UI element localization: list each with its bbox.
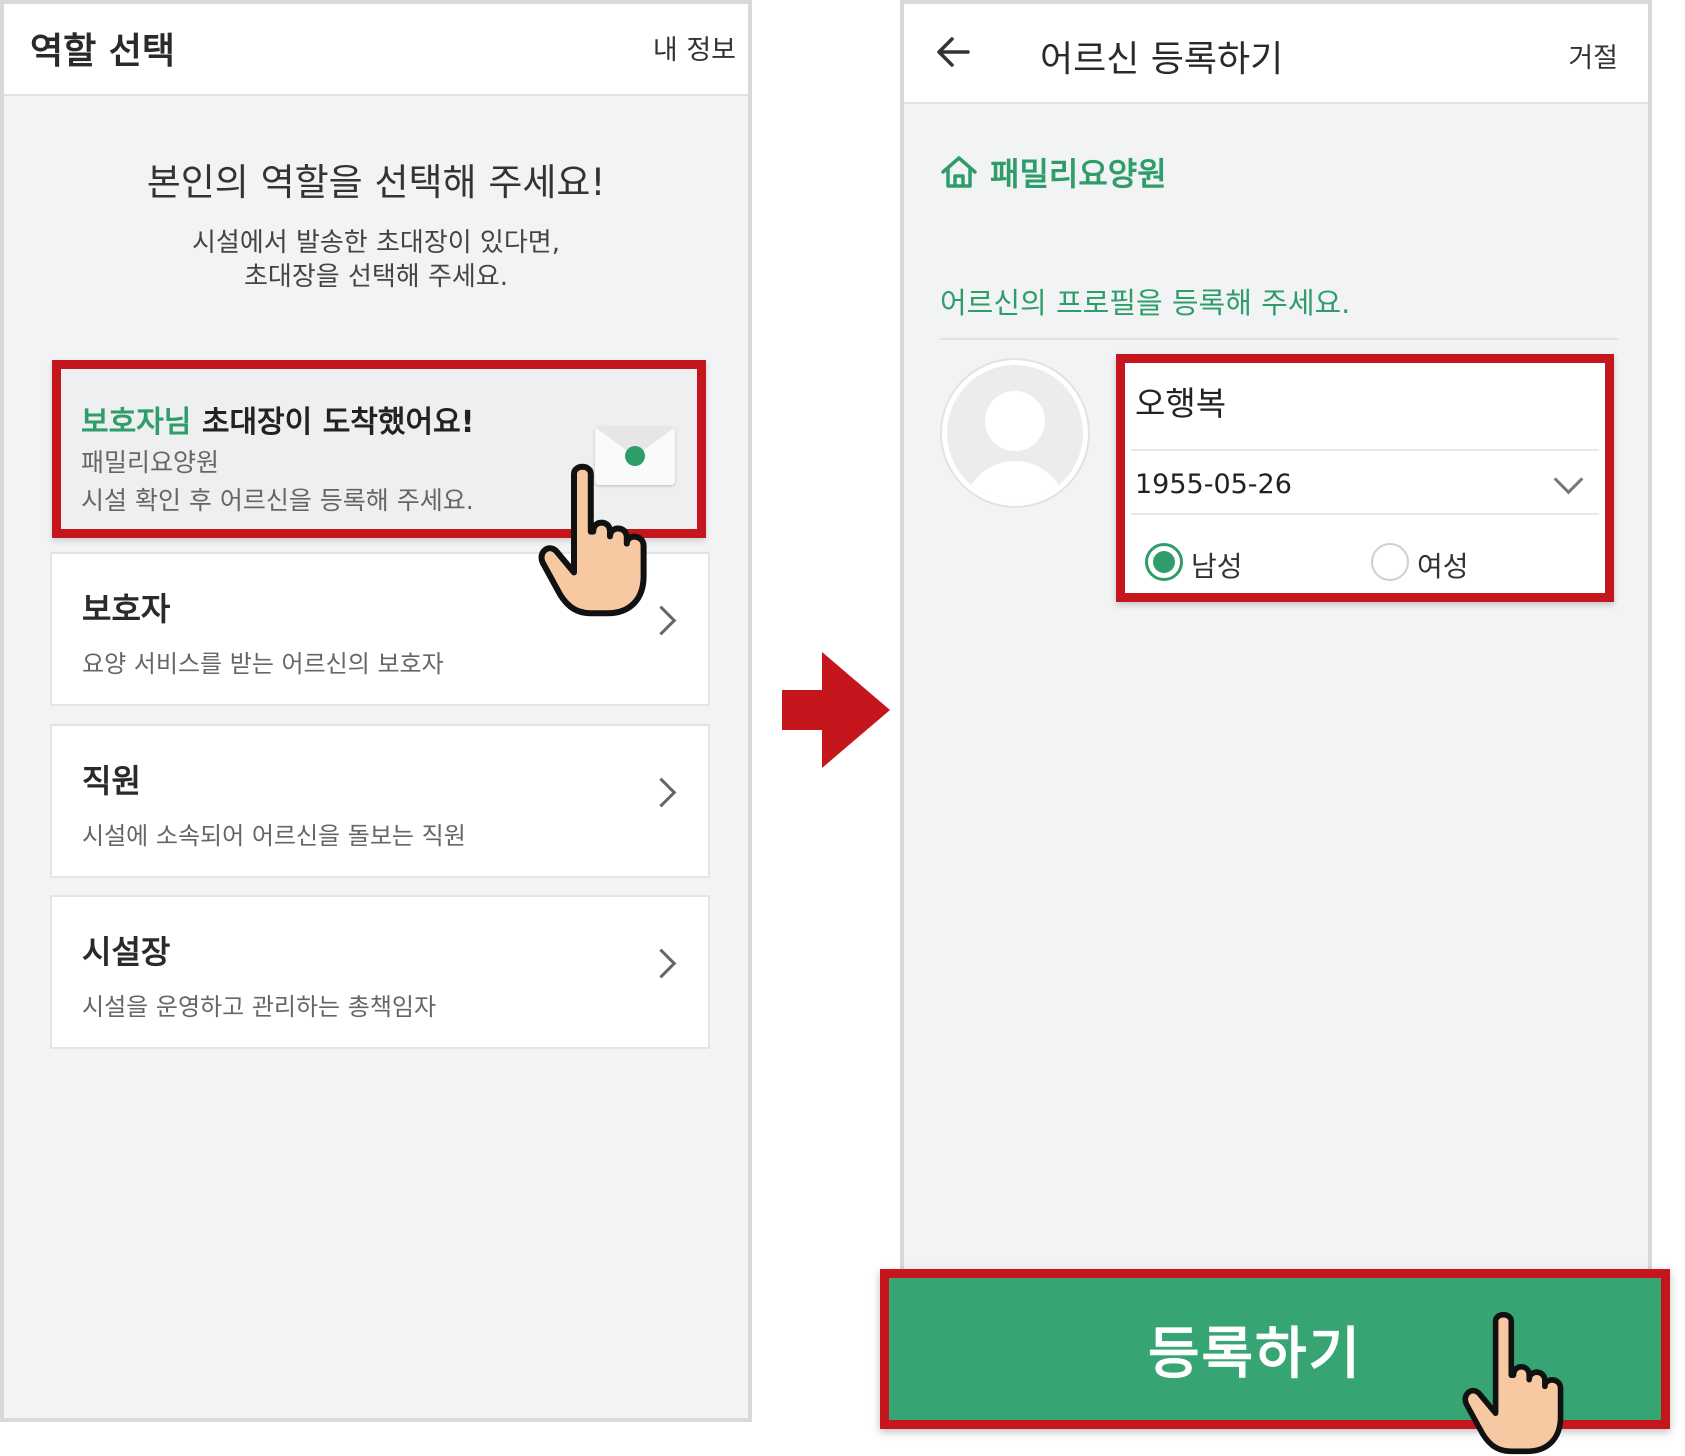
role-card-staff[interactable]: 직원 시설에 소속되어 어르신을 돌보는 직원 xyxy=(50,724,710,878)
profile-form: 오행복 1955-05-26 남성 여성 xyxy=(1116,354,1614,602)
register-button-label: 등록하기 xyxy=(1147,1321,1363,1387)
name-field[interactable]: 오행복 xyxy=(1135,377,1226,425)
role-title: 보호자 xyxy=(82,590,171,628)
role-description: 요양 서비스를 받는 어르신의 보호자 xyxy=(82,650,444,678)
gender-radio-male[interactable] xyxy=(1145,543,1183,581)
gender-label-female[interactable]: 여성 xyxy=(1417,545,1469,585)
role-title: 시설장 xyxy=(82,933,171,971)
role-description: 시설에 소속되어 어르신을 돌보는 직원 xyxy=(82,822,466,850)
reject-button[interactable]: 거절 xyxy=(1568,36,1618,75)
gender-label-male[interactable]: 남성 xyxy=(1191,545,1243,585)
page-title: 어르신 등록하기 xyxy=(1040,39,1284,80)
invitation-recipient: 보호자님 xyxy=(81,405,192,440)
invitation-title: 보호자님 초대장이 도착했어요! xyxy=(81,397,474,441)
hand-pointer-icon xyxy=(538,463,647,617)
chevron-right-icon xyxy=(646,777,677,808)
home-icon xyxy=(941,156,977,188)
chevron-right-icon xyxy=(646,948,677,979)
invitation-facility: 패밀리요양원 xyxy=(81,448,220,477)
my-info-link[interactable]: 내 정보 xyxy=(653,28,736,67)
chevron-down-icon[interactable] xyxy=(1553,464,1584,495)
instructions-line-2: 초대장을 선택해 주세요. xyxy=(244,262,508,292)
arrow-right-icon xyxy=(782,652,890,768)
facility-name: 패밀리요양원 xyxy=(990,155,1167,193)
invitation-description: 시설 확인 후 어르신을 등록해 주세요. xyxy=(81,486,474,515)
top-bar: 역할 선택 내 정보 xyxy=(4,4,748,96)
avatar[interactable] xyxy=(942,360,1088,506)
role-select-screen: 역할 선택 내 정보 본인의 역할을 선택해 주세요! 시설에서 발송한 초대장… xyxy=(0,0,752,1422)
profile-prompt: 어르신의 프로필을 등록해 주세요. xyxy=(940,286,1351,320)
role-title: 직원 xyxy=(82,762,141,800)
senior-register-screen: 어르신 등록하기 거절 패밀리요양원 어르신의 프로필을 등록해 주세요. 오행… xyxy=(900,0,1652,1422)
facility-row: 패밀리요양원 xyxy=(940,149,1167,195)
instructions-line-1: 시설에서 발송한 초대장이 있다면, xyxy=(192,228,560,258)
role-card-director[interactable]: 시설장 시설을 운영하고 관리하는 총책임자 xyxy=(50,895,710,1049)
back-arrow-icon[interactable] xyxy=(936,34,972,70)
invitation-title-text: 초대장이 도착했어요! xyxy=(191,405,475,440)
page-title: 역할 선택 xyxy=(30,31,176,72)
hand-pointer-icon xyxy=(1462,1311,1564,1455)
role-description: 시설을 운영하고 관리하는 총책임자 xyxy=(82,993,437,1021)
divider xyxy=(940,338,1618,340)
top-bar: 어르신 등록하기 거절 xyxy=(904,4,1648,104)
role-heading: 본인의 역할을 선택해 주세요! xyxy=(146,161,606,204)
birth-date-field[interactable]: 1955-05-26 xyxy=(1135,469,1292,500)
invite-instructions: 시설에서 발송한 초대장이 있다면, 초대장을 선택해 주세요. xyxy=(4,226,748,294)
gender-radio-female[interactable] xyxy=(1371,543,1409,581)
